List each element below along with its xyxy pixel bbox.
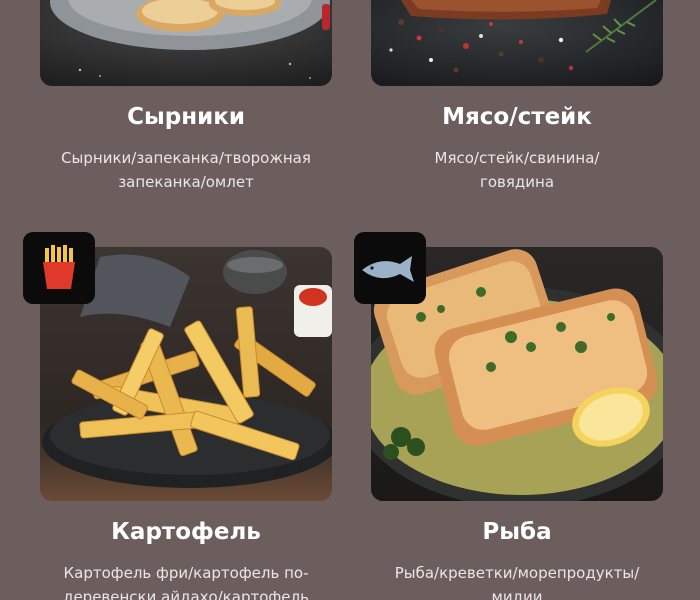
fish-badge: [354, 232, 426, 304]
category-title: Сырники: [127, 104, 245, 130]
description-line: говядина: [479, 173, 555, 191]
syrniki-photo[interactable]: [40, 0, 332, 86]
category-description: Мясо/стейк/свинина/ говядина: [351, 146, 683, 194]
description-line: Рыба/креветки/морепродукты/: [394, 564, 640, 582]
category-title: Картофель: [111, 519, 261, 545]
description-line: запеканка/омлет: [118, 173, 254, 191]
description-line: Мясо/стейк/свинина/: [434, 149, 600, 167]
description-line: деревенски айдахо/картофель: [63, 588, 309, 600]
description-line: Сырники/запеканка/творожная: [61, 149, 311, 167]
description-line: мидии: [491, 588, 543, 600]
category-title: Мясо/стейк: [442, 104, 592, 130]
steak-photo[interactable]: [371, 0, 663, 86]
category-description: Картофель фри/картофель по- деревенски а…: [20, 561, 352, 600]
french-fries-badge: [23, 232, 95, 304]
category-description: Сырники/запеканка/творожная запеканка/ом…: [20, 146, 352, 194]
fish-icon: [362, 256, 414, 282]
french-fries-icon: [43, 245, 75, 289]
description-line: Картофель фри/картофель по-: [63, 564, 309, 582]
category-title: Рыба: [482, 519, 552, 545]
category-description: Рыба/креветки/морепродукты/ мидии: [351, 561, 683, 600]
